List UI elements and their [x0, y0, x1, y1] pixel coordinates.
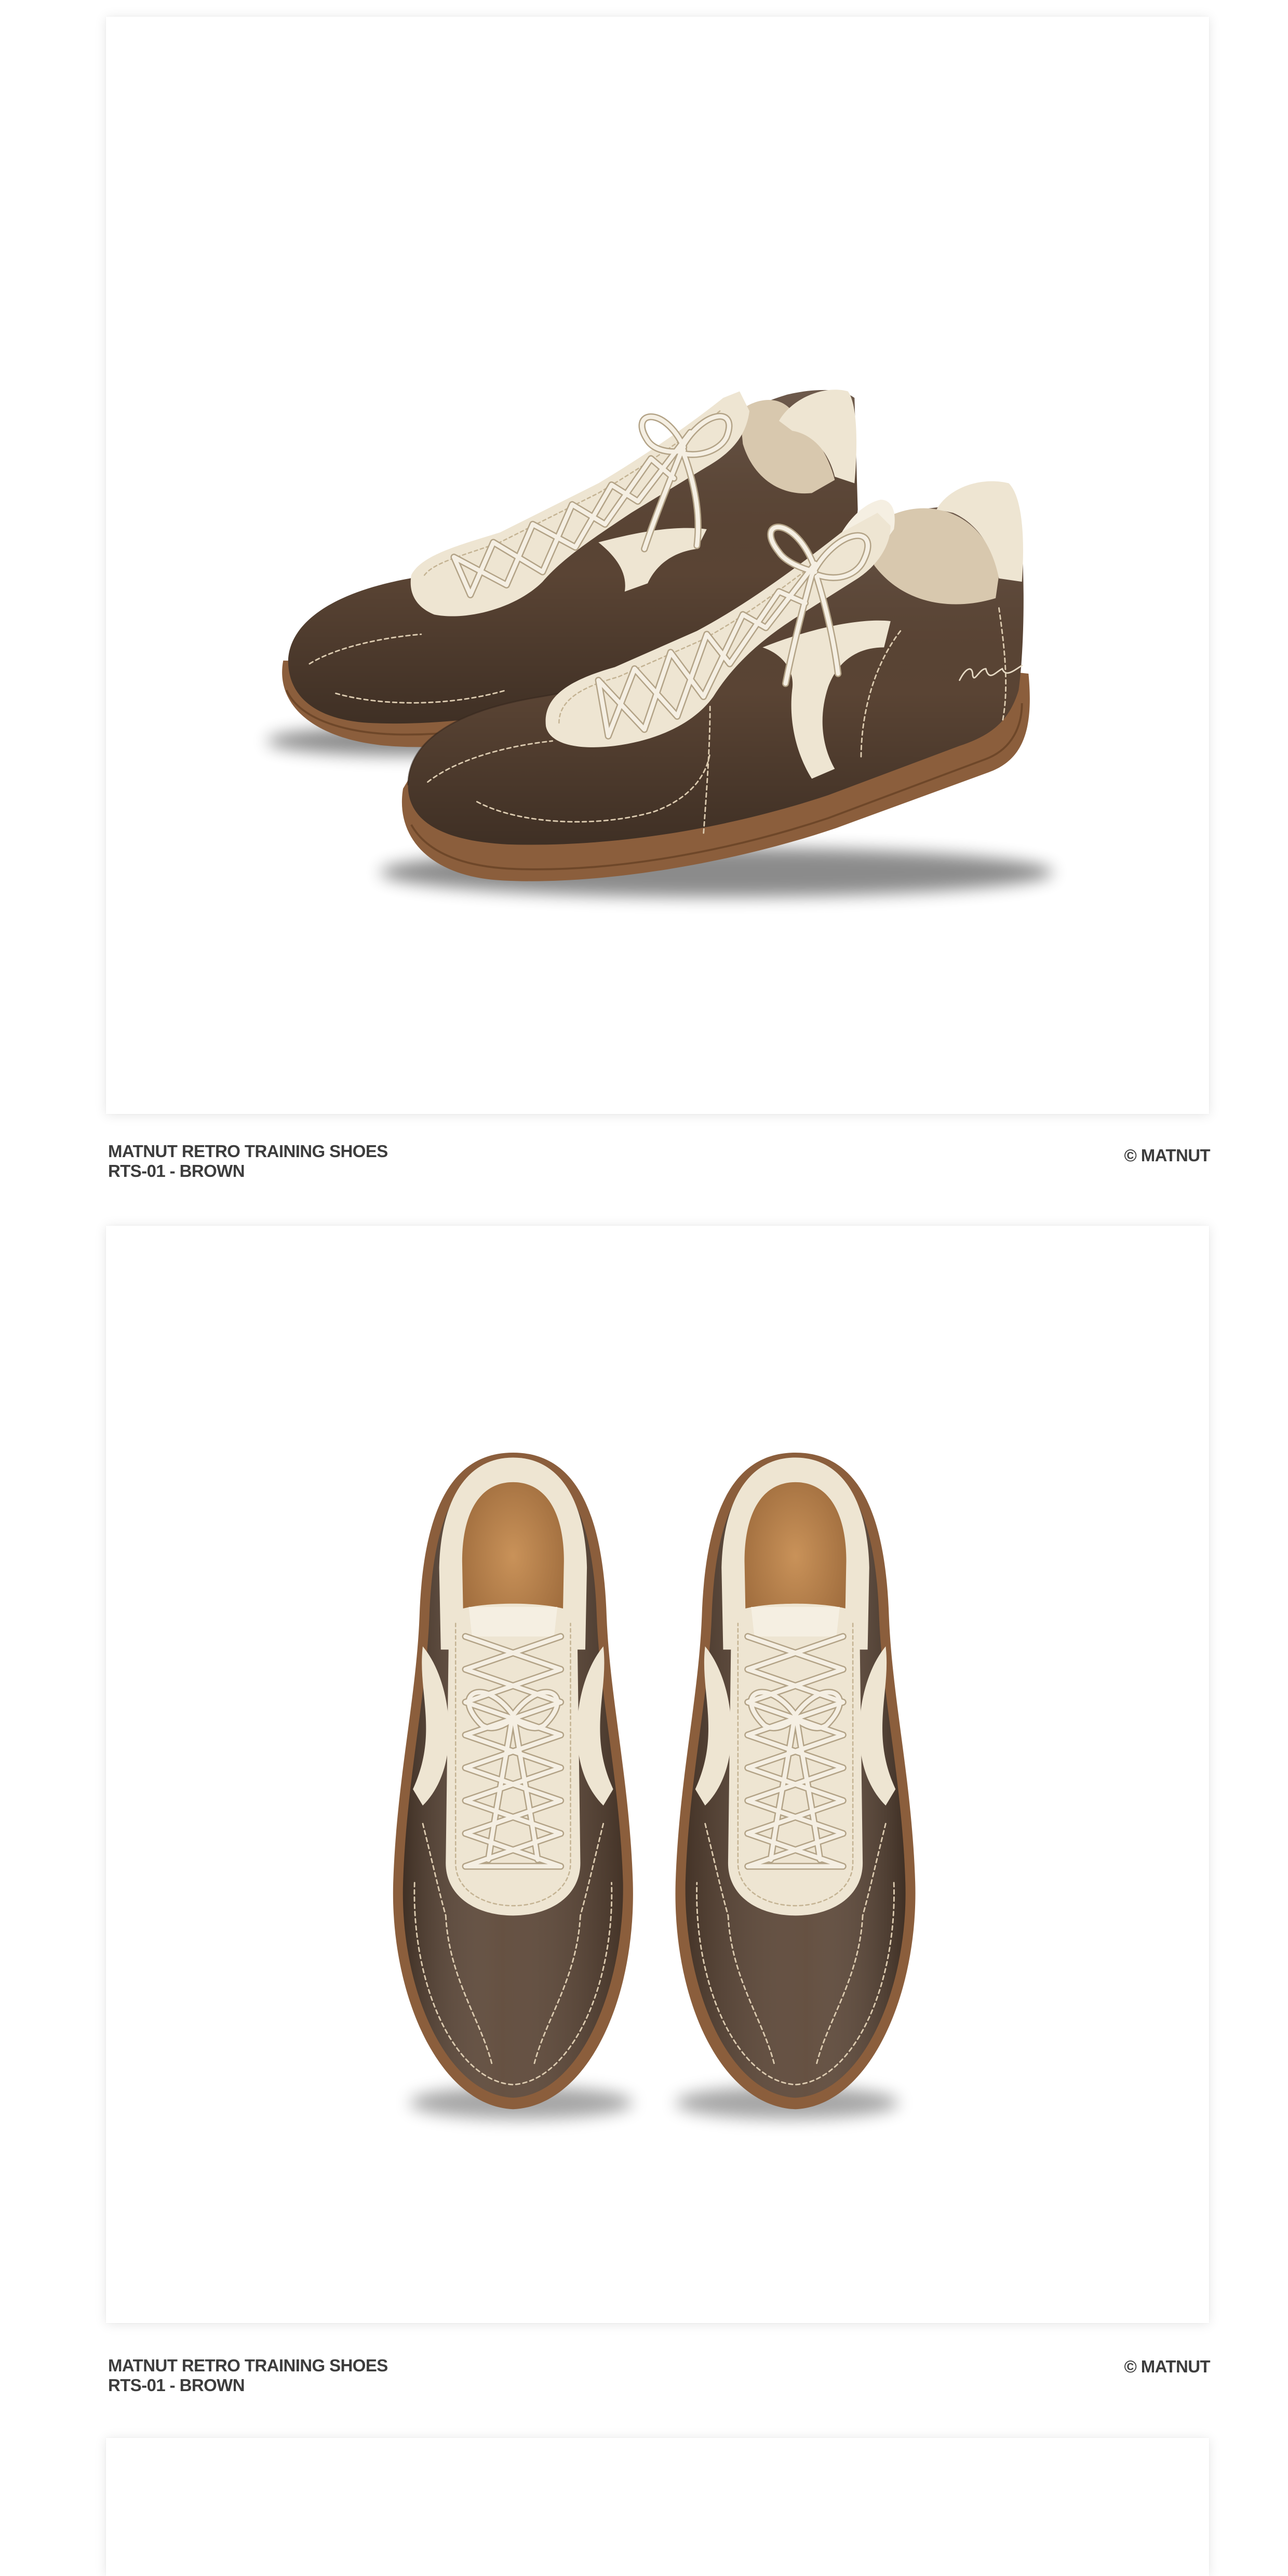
caption-subtitle: RTS-01 - BROWN	[108, 2376, 245, 2395]
photo-credit: © MATNUT	[1124, 1146, 1210, 1165]
product-image-pair-three-quarter-view	[266, 390, 1053, 897]
caption-subtitle: RTS-01 - BROWN	[108, 1161, 245, 1180]
product-photo-card	[106, 1226, 1209, 2323]
product-image-pair-top-view	[106, 1226, 1209, 2323]
caption-title: MATNUT RETRO TRAINING SHOES	[108, 2356, 388, 2375]
product-photo-card	[106, 2438, 1209, 2576]
photo-credit: © MATNUT	[1124, 2357, 1210, 2376]
shoe-right	[675, 1453, 915, 2119]
product-photo-card	[106, 17, 1209, 1114]
photo-caption: MATNUT RETRO TRAINING SHOES RTS-01 - BRO…	[108, 1142, 388, 1181]
photo-caption: MATNUT RETRO TRAINING SHOES RTS-01 - BRO…	[108, 2356, 388, 2395]
shoe-left	[393, 1453, 633, 2119]
caption-title: MATNUT RETRO TRAINING SHOES	[108, 1142, 388, 1161]
